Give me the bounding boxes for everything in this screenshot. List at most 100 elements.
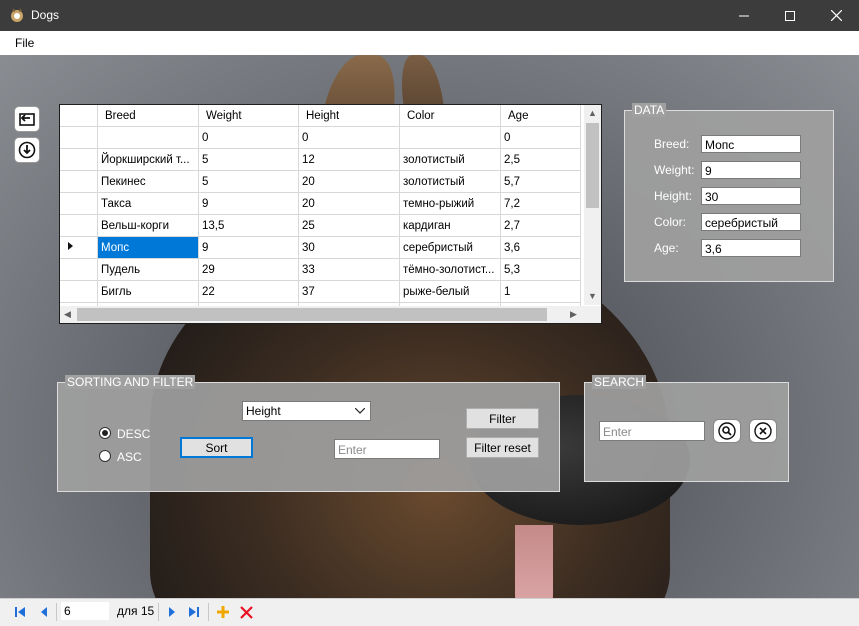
position-input[interactable]: 6 bbox=[61, 602, 109, 620]
cell-breed[interactable]: Пудель bbox=[97, 258, 199, 281]
cell-color[interactable]: темно-рыжий bbox=[399, 192, 501, 215]
cell-height[interactable]: 30 bbox=[298, 236, 400, 259]
filter-input[interactable]: Enter bbox=[334, 439, 440, 459]
row-header-current[interactable] bbox=[60, 236, 98, 259]
weight-field[interactable]: 9 bbox=[701, 161, 801, 179]
row-header[interactable] bbox=[60, 214, 98, 237]
table-row[interactable]: Пекинес 5 20 золотистый 5,7 bbox=[60, 170, 581, 193]
clear-search-button[interactable] bbox=[749, 419, 777, 443]
cell-weight[interactable]: 22 bbox=[198, 280, 299, 303]
column-header-weight[interactable]: Weight bbox=[198, 105, 299, 127]
filter-reset-button[interactable]: Filter reset bbox=[466, 437, 539, 458]
cell-age[interactable]: 5,7 bbox=[500, 170, 581, 193]
breed-field[interactable]: Мопс bbox=[701, 135, 801, 153]
delete-button[interactable] bbox=[238, 604, 254, 620]
search-button[interactable] bbox=[713, 419, 741, 443]
row-header[interactable] bbox=[60, 258, 98, 281]
height-field[interactable]: 30 bbox=[701, 187, 801, 205]
sort-button[interactable]: Sort bbox=[180, 437, 253, 458]
cell-weight[interactable]: 29 bbox=[198, 258, 299, 281]
import-button[interactable] bbox=[14, 106, 40, 132]
row-header[interactable] bbox=[60, 192, 98, 215]
table-row[interactable]: Такса 9 20 темно-рыжий 7,2 bbox=[60, 192, 581, 215]
cell-color[interactable]: рыже-белый bbox=[399, 280, 501, 303]
cell-color[interactable]: тёмно-золотист... bbox=[399, 258, 501, 281]
download-button[interactable] bbox=[14, 137, 40, 163]
column-header-age[interactable]: Age bbox=[500, 105, 581, 127]
cell-height[interactable]: 12 bbox=[298, 148, 400, 171]
sort-field-select[interactable]: Height bbox=[242, 401, 371, 421]
filter-button[interactable]: Filter bbox=[466, 408, 539, 429]
row-header[interactable] bbox=[60, 148, 98, 171]
table-row[interactable]: Йоркширский т... 5 12 золотистый 2,5 bbox=[60, 148, 581, 171]
minimize-button[interactable] bbox=[721, 0, 767, 31]
add-new-button[interactable] bbox=[215, 604, 231, 620]
table-row[interactable]: 0 0 0 bbox=[60, 126, 581, 149]
cell-height[interactable]: 20 bbox=[298, 170, 400, 193]
cell-height[interactable]: 0 bbox=[298, 126, 400, 149]
menu-file[interactable]: File bbox=[15, 36, 34, 50]
cell-breed[interactable]: Пекинес bbox=[97, 170, 199, 193]
table-row[interactable]: Бигль 22 37 рыже-белый 1 bbox=[60, 280, 581, 303]
cell-age[interactable]: 0 bbox=[500, 126, 581, 149]
cell-breed[interactable] bbox=[97, 126, 199, 149]
cell-weight[interactable]: 13,5 bbox=[198, 214, 299, 237]
cell-breed[interactable]: Такса bbox=[97, 192, 199, 215]
vertical-scroll-thumb[interactable] bbox=[586, 123, 599, 208]
column-header-height[interactable]: Height bbox=[298, 105, 400, 127]
cell-age[interactable]: 2,5 bbox=[500, 148, 581, 171]
row-header[interactable] bbox=[60, 170, 98, 193]
scroll-left-icon[interactable]: ◀ bbox=[64, 309, 71, 320]
dogs-data-grid[interactable]: Breed Weight Height Color Age 0 0 0 Йорк… bbox=[59, 104, 602, 324]
cell-height[interactable]: 25 bbox=[298, 214, 400, 237]
cell-color[interactable]: золотистый bbox=[399, 148, 501, 171]
cell-color[interactable]: золотистый bbox=[399, 170, 501, 193]
column-header-breed[interactable]: Breed bbox=[97, 105, 199, 127]
cell-weight[interactable]: 5 bbox=[198, 148, 299, 171]
asc-radio[interactable] bbox=[99, 450, 111, 462]
move-last-button[interactable] bbox=[186, 604, 202, 620]
cell-age[interactable]: 3,6 bbox=[500, 236, 581, 259]
cell-breed[interactable]: Вельш-корги bbox=[97, 214, 199, 237]
horizontal-scroll-thumb[interactable] bbox=[77, 308, 547, 321]
cell-height[interactable]: 20 bbox=[298, 192, 400, 215]
cell-height[interactable]: 33 bbox=[298, 258, 400, 281]
color-field[interactable]: серебристый bbox=[701, 213, 801, 231]
cell-age[interactable]: 1 bbox=[500, 280, 581, 303]
row-header[interactable] bbox=[60, 280, 98, 303]
scroll-right-icon[interactable]: ▶ bbox=[570, 309, 577, 320]
cell-age[interactable]: 2,7 bbox=[500, 214, 581, 237]
cell-weight[interactable]: 9 bbox=[198, 192, 299, 215]
cell-height[interactable]: 37 bbox=[298, 280, 400, 303]
asc-label[interactable]: ASC bbox=[117, 450, 142, 464]
cell-weight[interactable]: 5 bbox=[198, 170, 299, 193]
desc-label[interactable]: DESC bbox=[117, 427, 150, 441]
close-button[interactable] bbox=[813, 0, 859, 31]
scroll-up-icon[interactable]: ▲ bbox=[588, 108, 597, 118]
maximize-button[interactable] bbox=[767, 0, 813, 31]
move-first-button[interactable] bbox=[12, 604, 28, 620]
grid-horizontal-scrollbar[interactable]: ◀ ▶ bbox=[60, 306, 584, 323]
cell-breed-selected[interactable]: Мопс bbox=[97, 236, 199, 259]
cell-breed[interactable]: Бигль bbox=[97, 280, 199, 303]
cell-age[interactable]: 7,2 bbox=[500, 192, 581, 215]
cell-weight[interactable]: 9 bbox=[198, 236, 299, 259]
table-row-selected[interactable]: Мопс 9 30 серебристый 3,6 bbox=[60, 236, 581, 259]
table-row[interactable]: Вельш-корги 13,5 25 кардиган 2,7 bbox=[60, 214, 581, 237]
cell-color[interactable]: серебристый bbox=[399, 236, 501, 259]
desc-radio[interactable] bbox=[99, 427, 111, 439]
age-field[interactable]: 3,6 bbox=[701, 239, 801, 257]
scroll-down-icon[interactable]: ▼ bbox=[588, 291, 597, 301]
cell-age[interactable]: 5,3 bbox=[500, 258, 581, 281]
move-previous-button[interactable] bbox=[36, 604, 52, 620]
table-row[interactable]: Пудель 29 33 тёмно-золотист... 5,3 bbox=[60, 258, 581, 281]
row-header[interactable] bbox=[60, 126, 98, 149]
cell-breed[interactable]: Йоркширский т... bbox=[97, 148, 199, 171]
move-next-button[interactable] bbox=[164, 604, 180, 620]
grid-vertical-scrollbar[interactable]: ▲ ▼ bbox=[584, 105, 601, 305]
cell-color[interactable] bbox=[399, 126, 501, 149]
search-input[interactable]: Enter bbox=[599, 421, 705, 441]
cell-color[interactable]: кардиган bbox=[399, 214, 501, 237]
cell-weight[interactable]: 0 bbox=[198, 126, 299, 149]
column-header-color[interactable]: Color bbox=[399, 105, 501, 127]
